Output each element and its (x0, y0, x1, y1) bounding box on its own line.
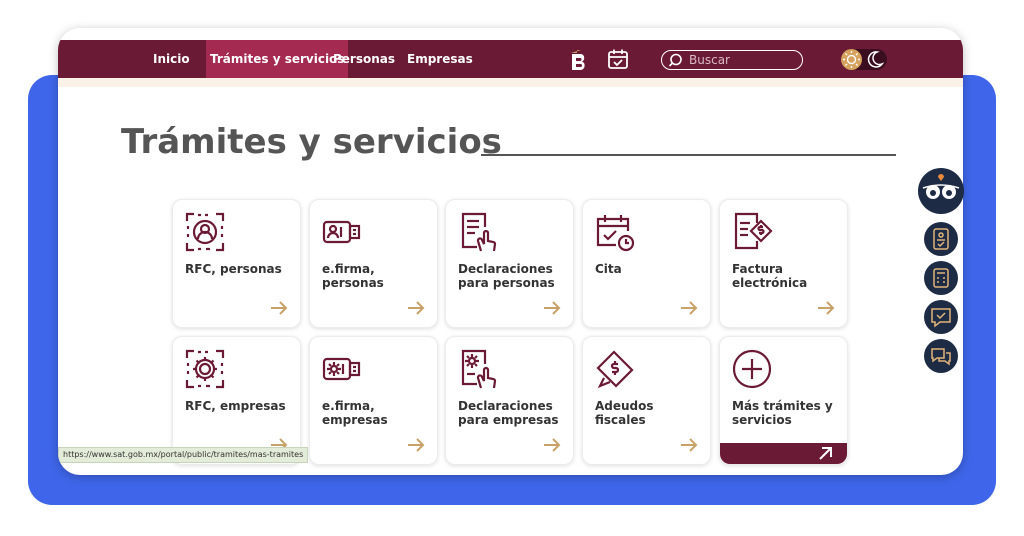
id-badge-button[interactable] (924, 222, 958, 256)
id-badge-icon (933, 228, 949, 250)
card-label: Más trámites y servicios (732, 399, 833, 427)
navbar-underline (58, 78, 963, 87)
arrow-right-icon (543, 300, 561, 319)
rfc-gear-icon (184, 348, 226, 390)
nav-item-empresas[interactable]: Empresas (403, 40, 477, 78)
card-label: RFC, empresas (185, 399, 286, 413)
card-footer-bar (720, 443, 847, 464)
declaration-document-icon (457, 211, 499, 253)
arrow-right-icon (543, 437, 561, 456)
plus-circle-icon (731, 348, 773, 390)
feedback-check-icon (931, 308, 951, 328)
arrow-right-icon (817, 300, 835, 319)
brand-logo-icon[interactable] (567, 47, 591, 71)
arrow-right-icon (407, 300, 425, 319)
efirma-usb-icon (321, 211, 363, 253)
calculator-button[interactable] (924, 261, 958, 295)
card-adeudos-fiscales[interactable]: Adeudos fiscales (582, 336, 711, 465)
card-declaraciones-empresas[interactable]: Declaraciones para empresas (445, 336, 574, 465)
theme-toggle[interactable] (841, 49, 887, 70)
card-declaraciones-personas[interactable]: Declaraciones para personas (445, 199, 574, 328)
arrow-right-icon (680, 300, 698, 319)
feedback-button[interactable] (924, 300, 958, 334)
assistant-owl-button[interactable] (918, 168, 964, 214)
card-label: Adeudos fiscales (595, 399, 654, 427)
card-efirma-empresas[interactable]: e.firma, empresas (309, 336, 438, 465)
card-label: Factura electrónica (732, 262, 808, 290)
nav-item-personas[interactable]: Personas (329, 40, 399, 78)
calendar-check-icon (594, 211, 636, 253)
card-rfc-empresas[interactable]: RFC, empresas (172, 336, 301, 465)
browser-window: Inicio Trámites y servicios Personas Emp… (58, 28, 963, 475)
efirma-usb-gear-icon (321, 348, 363, 390)
nav-item-inicio[interactable]: Inicio (149, 40, 194, 78)
card-label: e.firma, empresas (322, 399, 388, 427)
debt-money-icon (594, 348, 636, 390)
moon-icon[interactable] (865, 50, 885, 73)
search-placeholder: Buscar (689, 53, 730, 67)
arrow-right-icon (270, 300, 288, 319)
card-label: RFC, personas (185, 262, 282, 276)
search-icon (668, 53, 683, 72)
card-rfc-personas[interactable]: RFC, personas (172, 199, 301, 328)
declaration-gear-icon (457, 348, 499, 390)
card-efirma-personas[interactable]: e.firma, personas (309, 199, 438, 328)
title-divider (481, 154, 896, 156)
calendar-icon[interactable] (606, 47, 630, 71)
card-mas-tramites[interactable]: Más trámites y servicios (719, 336, 848, 465)
card-factura-electronica[interactable]: Factura electrónica (719, 199, 848, 328)
page-title: Trámites y servicios (121, 122, 502, 162)
sun-icon[interactable] (841, 49, 862, 70)
chat-button[interactable] (924, 339, 958, 373)
chat-icon (931, 348, 951, 366)
external-arrow-icon (819, 447, 832, 460)
rfc-person-icon (184, 211, 226, 253)
card-label: Declaraciones para personas (458, 262, 555, 290)
invoice-icon (731, 211, 773, 253)
calculator-icon (933, 268, 949, 288)
arrow-right-icon (680, 437, 698, 456)
card-label: e.firma, personas (322, 262, 384, 290)
assistant-owl-icon (922, 174, 960, 199)
card-label: Declaraciones para empresas (458, 399, 559, 427)
top-navbar: Inicio Trámites y servicios Personas Emp… (58, 40, 963, 78)
nav-item-tramites[interactable]: Trámites y servicios (206, 40, 349, 78)
arrow-right-icon (407, 437, 425, 456)
status-bar-url: https://www.sat.gob.mx/portal/public/tra… (58, 447, 309, 463)
card-cita[interactable]: Cita (582, 199, 711, 328)
card-label: Cita (595, 262, 622, 276)
search-input[interactable]: Buscar (661, 50, 803, 70)
